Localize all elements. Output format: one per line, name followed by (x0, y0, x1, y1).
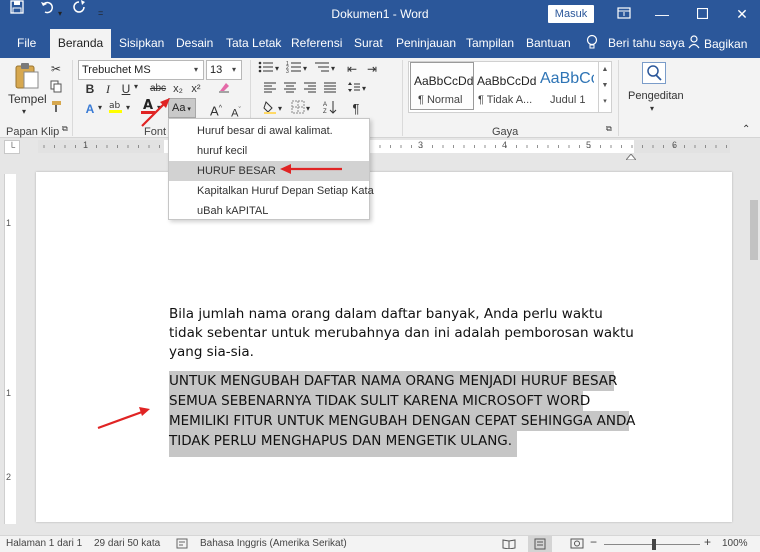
print-layout-icon (534, 538, 546, 550)
status-language[interactable]: Bahasa Inggris (Amerika Serikat) (200, 538, 347, 549)
zoom-out-icon[interactable]: − (590, 535, 597, 549)
web-layout-icon[interactable] (570, 538, 584, 552)
status-word-count[interactable]: 29 dari 50 kata (94, 538, 160, 549)
read-mode-icon[interactable] (502, 538, 516, 552)
annotation-arrow (141, 98, 170, 127)
zoom-slider-thumb[interactable] (652, 539, 656, 550)
proofing-icon[interactable] (176, 538, 188, 552)
annotation-arrows (97, 98, 342, 430)
zoom-in-icon[interactable]: + (704, 535, 711, 549)
zoom-level[interactable]: 100% (722, 538, 748, 549)
annotation-arrow (280, 164, 342, 174)
print-layout-button[interactable] (528, 536, 552, 552)
status-page[interactable]: Halaman 1 dari 1 (6, 538, 82, 549)
annotation-arrow (97, 407, 150, 430)
